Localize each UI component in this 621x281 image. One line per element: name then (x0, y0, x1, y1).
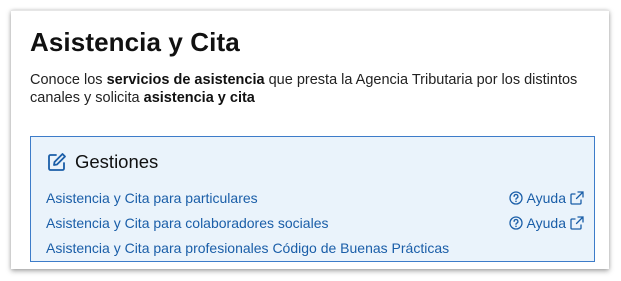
link-profesionales[interactable]: Asistencia y Cita para profesionales Cód… (46, 240, 449, 256)
help-label: Ayuda (526, 215, 566, 231)
external-link-icon (570, 216, 584, 230)
page-title: Asistencia y Cita (30, 27, 240, 57)
external-link-icon (570, 191, 584, 205)
intro-text-bold2: asistencia y cita (143, 90, 255, 106)
link-particulares[interactable]: Asistencia y Cita para particulares (46, 190, 258, 206)
edit-icon (47, 152, 67, 172)
help-link-colaboradores[interactable]: Ayuda (508, 214, 584, 232)
intro-text-bold1: servicios de asistencia (106, 72, 265, 88)
list-item: Asistencia y Cita para particulares Ayud… (46, 189, 584, 207)
list-item: Asistencia y Cita para colaboradores soc… (46, 214, 584, 232)
help-label: Ayuda (526, 190, 566, 206)
intro-text: Conoce los servicios de asistencia que p… (30, 71, 590, 107)
help-circle-icon (508, 191, 523, 205)
gestiones-header: Gestiones (47, 151, 158, 173)
gestiones-panel: Gestiones Asistencia y Cita para particu… (30, 136, 595, 262)
intro-text-part1: Conoce los (30, 72, 107, 88)
content-card: Asistencia y Cita Conoce los servicios d… (11, 10, 609, 269)
link-colaboradores-sociales[interactable]: Asistencia y Cita para colaboradores soc… (46, 215, 328, 231)
help-link-particulares[interactable]: Ayuda (508, 189, 584, 207)
help-circle-icon (508, 216, 523, 230)
list-item: Asistencia y Cita para profesionales Cód… (46, 239, 584, 257)
gestiones-title: Gestiones (75, 151, 159, 172)
